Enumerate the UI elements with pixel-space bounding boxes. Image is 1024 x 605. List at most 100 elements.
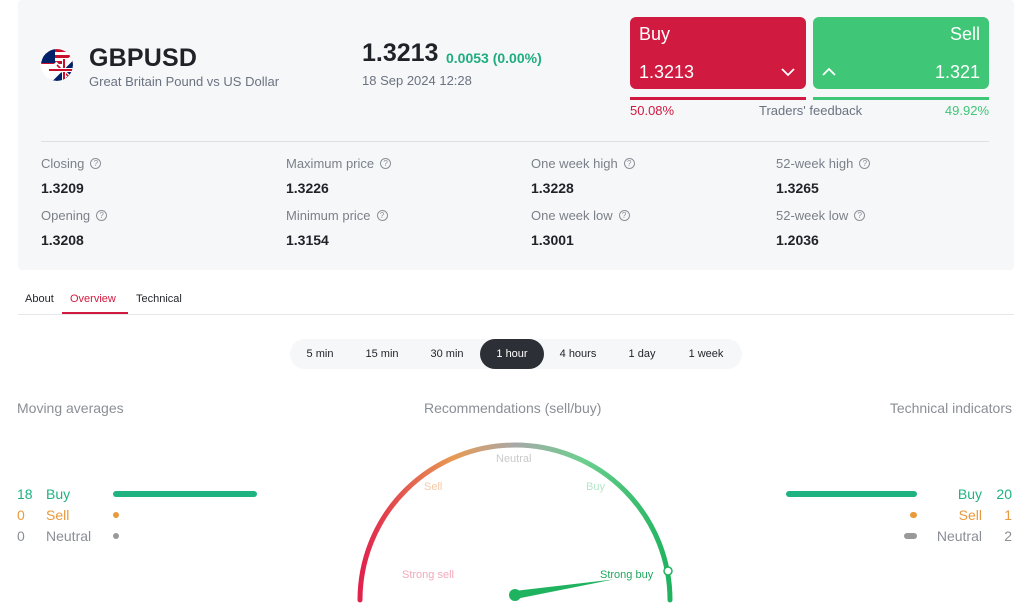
stat-value: 1.3154: [286, 232, 329, 248]
stat-value: 1.3208: [41, 232, 84, 248]
ma-sell-label: Sell: [46, 507, 70, 523]
ti-sell-count: 1: [1004, 507, 1012, 523]
ma-buy-bar: [113, 491, 257, 497]
recommendation-gauge: Strong sell Sell Neutral Buy Strong buy: [357, 442, 673, 603]
buy-button-label: Buy: [639, 24, 671, 44]
ti-buy-bar: [786, 491, 917, 497]
ti-row-sell: Sell 1: [780, 505, 1012, 525]
stat-label: Maximum price: [286, 156, 375, 171]
sell-button[interactable]: Sell 1.321: [813, 17, 989, 89]
stat-label: 52-week high: [776, 156, 854, 171]
active-tab-indicator: [62, 312, 128, 314]
stat-closing: Closing? 1.3209: [41, 156, 271, 196]
sell-button-label: Sell: [949, 24, 980, 44]
period-selector: 5 min 15 min 30 min 1 hour 4 hours 1 day…: [290, 339, 742, 369]
price-change: 0.0053 (0.00%): [446, 50, 542, 66]
ma-buy-label: Buy: [46, 486, 71, 502]
stat-minimum-price: Minimum price? 1.3154: [286, 208, 516, 248]
feedback-sell-bar: [813, 97, 989, 100]
stat-maximum-price: Maximum price? 1.3226: [286, 156, 516, 196]
gauge-marker: [663, 566, 673, 576]
help-icon[interactable]: ?: [623, 158, 635, 169]
ma-row-sell: 0 Sell: [17, 505, 267, 525]
chevron-down-icon: [781, 68, 795, 77]
divider: [41, 141, 989, 142]
ti-neutral-bar: [904, 533, 917, 539]
ma-neutral-count: 0: [17, 528, 25, 544]
tab-overview[interactable]: Overview: [70, 293, 116, 305]
tab-bar: About Overview Technical: [18, 286, 1014, 315]
technical-indicators-title: Technical indicators: [889, 400, 1012, 416]
period-5-min[interactable]: 5 min: [294, 339, 346, 369]
ma-row-neutral: 0 Neutral: [17, 526, 267, 546]
stat-one-week-high: One week high? 1.3228: [531, 156, 761, 196]
feedback-buy-bar: [630, 97, 806, 100]
period-4-hours[interactable]: 4 hours: [548, 339, 608, 369]
stat-value: 1.3209: [41, 180, 84, 196]
period-30-min[interactable]: 30 min: [416, 339, 478, 369]
period-15-min[interactable]: 15 min: [350, 339, 414, 369]
ma-neutral-label: Neutral: [46, 528, 92, 544]
ti-row-buy: Buy 20: [780, 484, 1012, 504]
stat-label: Minimum price: [286, 208, 371, 223]
sell-button-price: 1.321: [934, 62, 980, 82]
help-icon[interactable]: ?: [376, 210, 388, 221]
tab-technical[interactable]: Technical: [136, 293, 182, 305]
stat-value: 1.3001: [531, 232, 574, 248]
stat-52-week-high: 52-week high? 1.3265: [776, 156, 1006, 196]
feedback-sell-percent: 49.92%: [944, 103, 989, 118]
ti-neutral-label: Neutral: [936, 528, 982, 544]
gauge-label-neutral: Neutral: [496, 453, 531, 465]
ma-sell-bar: [113, 512, 119, 518]
current-price: 1.3213: [362, 39, 439, 67]
buy-button-price: 1.3213: [639, 62, 695, 82]
gauge-label-sell: Sell: [424, 481, 442, 493]
stat-value: 1.3228: [531, 180, 574, 196]
ma-row-buy: 18 Buy: [17, 484, 267, 504]
period-1-week[interactable]: 1 week: [676, 339, 736, 369]
period-1-hour[interactable]: 1 hour: [480, 339, 544, 369]
instrument-name: Great Britain Pound vs US Dollar: [89, 74, 280, 89]
gauge-label-strong-buy: Strong buy: [600, 569, 654, 581]
stat-label: One week high: [531, 156, 618, 171]
price-timestamp: 18 Sep 2024 12:28: [362, 73, 472, 88]
help-icon[interactable]: ?: [90, 158, 102, 169]
gauge-label-strong-sell: Strong sell: [402, 569, 454, 581]
gauge-label-buy: Buy: [586, 481, 605, 493]
ti-sell-label: Sell: [958, 507, 982, 523]
moving-averages-title: Moving averages: [17, 400, 124, 416]
ma-neutral-bar: [113, 533, 119, 539]
stat-label: 52-week low: [776, 208, 849, 223]
stat-one-week-low: One week low? 1.3001: [531, 208, 761, 248]
help-icon[interactable]: ?: [854, 210, 866, 221]
chevron-up-icon: [822, 67, 836, 76]
tab-about[interactable]: About: [25, 293, 54, 305]
buy-button[interactable]: Buy 1.3213: [630, 17, 806, 89]
help-icon[interactable]: ?: [859, 158, 871, 169]
feedback-buy-percent: 50.08%: [630, 103, 675, 118]
ti-buy-count: 20: [996, 486, 1012, 502]
help-icon[interactable]: ?: [380, 158, 392, 169]
period-1-day[interactable]: 1 day: [612, 339, 672, 369]
stat-52-week-low: 52-week low? 1.2036: [776, 208, 1006, 248]
stat-value: 1.3265: [776, 180, 819, 196]
help-icon[interactable]: ?: [618, 210, 630, 221]
stat-value: 1.2036: [776, 232, 819, 248]
ti-neutral-count: 2: [1004, 528, 1012, 544]
recommendations-title: Recommendations (sell/buy): [424, 400, 602, 416]
gauge-needle: [514, 579, 614, 599]
stat-label: Closing: [41, 156, 85, 171]
instrument-symbol: GBPUSD: [89, 44, 198, 72]
ti-row-neutral: Neutral 2: [780, 526, 1012, 546]
stat-opening: Opening? 1.3208: [41, 208, 271, 248]
stat-label: Opening: [41, 208, 91, 223]
ti-sell-bar: [910, 512, 917, 518]
ma-sell-count: 0: [17, 507, 25, 523]
ti-buy-label: Buy: [957, 486, 982, 502]
stat-label: One week low: [531, 208, 613, 223]
gauge-pivot: [509, 589, 521, 601]
ma-buy-count: 18: [17, 486, 33, 502]
gb-us-flag-icon: [41, 49, 73, 81]
help-icon[interactable]: ?: [96, 210, 108, 221]
traders-feedback-label: Traders' feedback: [759, 103, 863, 118]
